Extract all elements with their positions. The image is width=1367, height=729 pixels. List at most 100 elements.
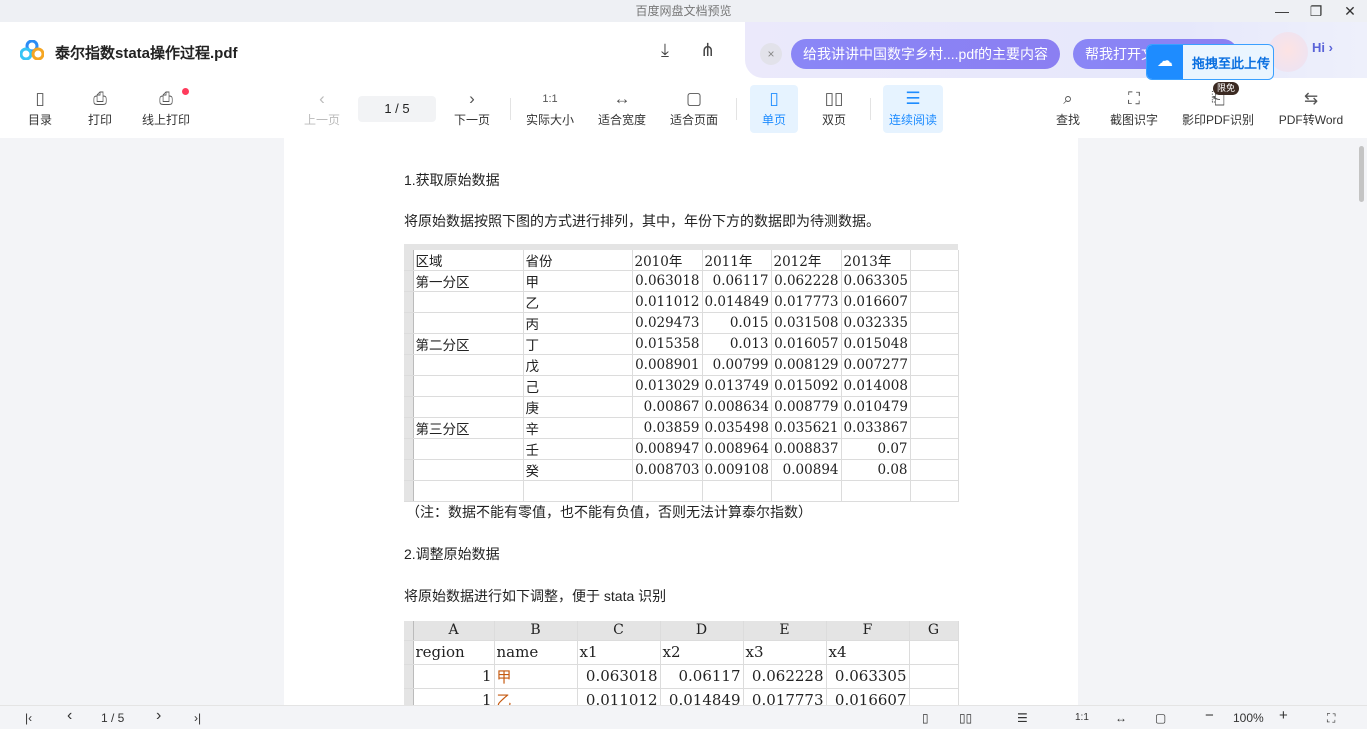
paragraph-1: 将原始数据按照下图的方式进行排列，其中，年份下方的数据即为待测数据。 [404,213,880,229]
bottom-bar: |‹ ‹ 1 / 5 › ›| ▯ ▯▯ ☰ 1:1 ↔ ▢ − 100% + … [0,705,1367,729]
continuous-reading-button[interactable]: ☰ 连续阅读 [883,85,943,133]
first-page-button[interactable]: |‹ [25,709,32,727]
table-row: 庚 0.00867 0.008634 0.008779 0.010479 [404,396,959,419]
vertical-scrollbar[interactable] [1359,146,1364,202]
row-header [404,354,414,377]
table-cell: 第二分区 [413,333,524,356]
double-page-icon[interactable]: ▯▯ [959,709,972,727]
double-page-icon: ▯▯ [824,89,844,108]
single-page-icon: ▯ [769,89,779,108]
table-cell: 0.015092 [771,375,842,398]
pdf-to-word-label: PDF转Word [1278,113,1344,127]
table-cell [413,438,524,461]
table-cell: 0.008964 [702,438,772,461]
table-cell: 0.008947 [632,438,703,461]
table-cell: 省份 [523,250,633,272]
zoom-in-button[interactable]: + [1279,707,1288,725]
row-header [404,396,414,419]
fullscreen-icon[interactable]: ⛶ [1327,709,1335,727]
table-cell [523,480,633,502]
last-page-button[interactable]: ›| [194,709,201,727]
table-cell: 0.06117 [660,664,744,689]
table-header-row: 区域 省份 2010年 2011年 2012年 2013年 [404,250,959,272]
table-cell [910,312,959,335]
fit-page-icon: ▢ [685,89,703,108]
next-page-bottom-button[interactable]: › [156,707,161,725]
table-cell: 戊 [523,354,633,377]
fit-width-button[interactable]: ↔ 适合宽度 [594,85,650,133]
paragraph-2: 将原始数据进行如下调整，便于 stata 识别 [404,588,667,604]
next-page-label: 下一页 [453,113,490,127]
table-cell: 2012年 [771,250,842,272]
minimize-button[interactable]: — [1265,0,1299,22]
table-row [404,480,959,502]
toc-button[interactable]: ▯ 目录 [20,85,60,133]
table-cell: 0.063018 [632,270,703,293]
convert-icon: ⇆ [1303,89,1319,108]
table-cell: 丁 [523,333,633,356]
share-icon[interactable]: ⋔ [700,40,715,61]
row-header [404,688,414,705]
ai-suggestion-1[interactable]: 给我讲讲中国数字乡村....pdf的主要内容 [791,39,1061,69]
fit-page-button[interactable]: ▢ 适合页面 [666,85,722,133]
page-number-input[interactable]: 1 / 5 [358,96,436,122]
page-indicator[interactable]: 1 / 5 [101,709,124,727]
table-cell: 1 [413,688,495,705]
ai-hi-button[interactable]: Hi › [1312,40,1333,55]
table-row: 丙 0.029473 0.015 0.031508 0.032335 [404,312,959,335]
table-row: 戊 0.008901 0.00799 0.008129 0.007277 [404,354,959,377]
close-ai-bar-button[interactable]: × [760,43,782,65]
row-header [404,312,414,335]
table-cell: A [413,621,495,641]
prev-page-button[interactable]: ‹ 上一页 [300,85,344,133]
table-cell [910,333,959,356]
table-cell: 0.00894 [771,459,842,482]
zoom-out-button[interactable]: − [1205,707,1214,725]
baidu-netdisk-logo-icon [20,40,44,60]
table-cell: 0.011012 [577,688,661,705]
single-page-button[interactable]: ▯ 单页 [750,85,798,133]
double-page-button[interactable]: ▯▯ 双页 [810,85,858,133]
table-cell: 0.015 [702,312,772,335]
chevron-left-icon: ‹ [319,89,325,108]
table-cell: 0.008129 [771,354,842,377]
fit-page-icon[interactable]: ▢ [1155,709,1166,727]
actual-size-icon: 1:1 [542,93,558,105]
drag-upload-zone[interactable]: ☁ 拖拽至此上传 [1146,44,1274,80]
crop-text-icon: ⛶ [1128,89,1140,108]
table-cell: 乙 [494,688,578,705]
table-cell [909,640,959,665]
table-header-row: region name x1 x2 x3 x4 [404,640,959,665]
table-cell: 0.008837 [771,438,842,461]
table-cell: 庚 [523,396,633,419]
window-titlebar: 百度网盘文档预览 — ❐ ✕ [0,0,1367,22]
table-cell: 0.014849 [702,291,772,314]
pdf-to-word-button[interactable]: ⇆ PDF转Word [1274,85,1348,133]
table-cell: 壬 [523,438,633,461]
table-cell [841,480,911,502]
ai-avatar[interactable] [1268,32,1308,72]
actual-size-icon[interactable]: 1:1 [1075,709,1089,727]
maximize-button[interactable]: ❐ [1299,0,1333,22]
table-cell: 0.03859 [632,417,703,440]
prev-page-bottom-button[interactable]: ‹ [67,707,72,725]
fit-width-icon: ↔ [613,89,631,108]
table-cell: G [909,621,959,641]
download-icon[interactable]: ⤓ [661,40,669,61]
table-row: 乙 0.011012 0.014849 0.017773 0.016607 [404,291,959,314]
table-cell [413,396,524,419]
notification-dot [182,88,189,95]
print-button[interactable]: ⎙ 打印 [80,85,120,133]
screenshot-ocr-button[interactable]: ⛶ 截图识字 [1106,85,1162,133]
table-cell: 0.008703 [632,459,703,482]
next-page-button[interactable]: › 下一页 [450,85,494,133]
close-window-button[interactable]: ✕ [1333,0,1367,22]
table-cell: E [743,621,827,641]
search-button[interactable]: ⌕ 查找 [1048,85,1088,133]
actual-size-button[interactable]: 1:1 实际大小 [522,85,578,133]
row-header [404,480,414,502]
fit-width-icon[interactable]: ↔ [1115,709,1127,727]
table-cell: 0.010479 [841,396,911,419]
continuous-icon[interactable]: ☰ [1017,709,1028,727]
single-page-icon[interactable]: ▯ [922,709,929,727]
